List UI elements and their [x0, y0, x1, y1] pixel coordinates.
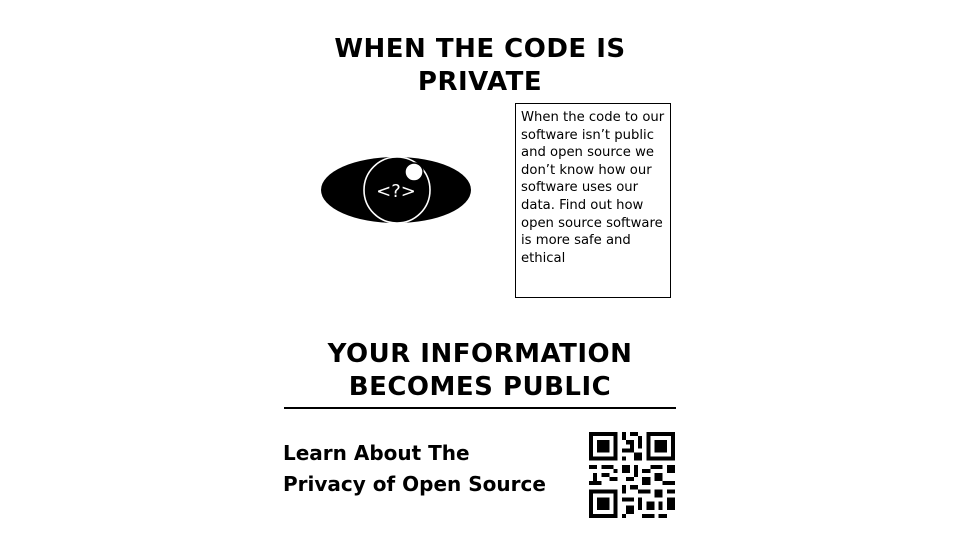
divider — [284, 407, 676, 409]
page-title: WHEN THE CODE IS PRIVATE — [334, 34, 626, 97]
info-text-box: When the code to our software isn’t publ… — [515, 103, 671, 298]
call-to-action-text: Learn About The Privacy of Open Source — [283, 441, 546, 496]
info-text: When the code to our software isn’t publ… — [521, 110, 665, 266]
section-heading: YOUR INFORMATION BECOMES PUBLIC — [327, 339, 633, 402]
eye-icon: <?> — [321, 156, 471, 224]
code-symbol-text: <?> — [376, 181, 416, 202]
qr-code-icon[interactable] — [589, 432, 675, 518]
